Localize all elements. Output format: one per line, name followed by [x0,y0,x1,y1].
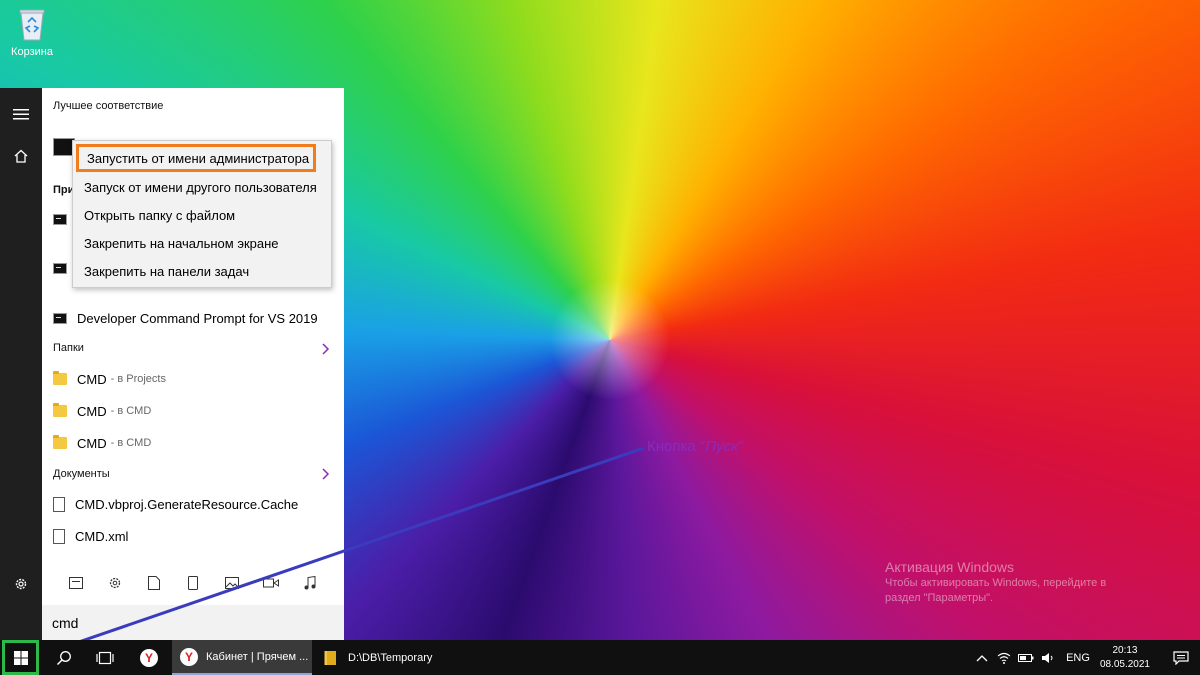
terminal-icon[interactable] [53,214,67,225]
documents-heading: Документы [53,468,110,480]
folders-heading: Папки [53,342,84,354]
start-button-annotation: Кнопка "Пуск" [647,438,744,455]
chevron-up-icon [976,654,988,661]
filter-devices-button[interactable] [184,574,202,592]
filter-apps-button[interactable] [67,574,85,592]
menu-item-pin-to-taskbar[interactable]: Закрепить на панели задач [73,257,331,285]
folder-name: CMD [77,371,107,387]
folder-icon [53,435,67,449]
document-icon [53,496,65,512]
action-center-button[interactable] [1162,640,1200,675]
filter-music-button[interactable] [301,574,319,592]
clock-time: 20:13 [1112,644,1138,656]
document-icon [147,576,160,590]
speaker-icon [1042,652,1053,663]
taskbar-yandex-browser[interactable]: Y [130,640,168,675]
menu-item-run-as-admin[interactable]: Запустить от имени администратора [76,144,316,172]
battery-icon [1018,653,1034,662]
filter-photos-button[interactable] [223,574,241,592]
watermark-line-1: Чтобы активировать Windows, перейдите в [885,577,1107,589]
filter-videos-button[interactable] [262,574,280,592]
folder-location: - в Projects [110,373,166,385]
result-label: Developer Command Prompt for VS 2019 [77,310,318,326]
recycle-bin-icon [19,9,45,41]
annotation-italic: Пуск [705,438,739,455]
volume-button[interactable] [1038,640,1058,675]
recycle-bin[interactable]: Корзина [6,6,58,58]
annotation-prefix: Кнопка " [647,438,706,455]
gear-icon [15,578,27,590]
clock-date: 08.05.2021 [1099,658,1150,670]
result-developer-command-prompt[interactable]: Developer Command Prompt for VS 2019 [42,303,344,333]
watermark-line-2: раздел "Параметры". [885,592,994,604]
network-button[interactable] [994,640,1014,675]
start-button[interactable] [2,640,39,675]
folder-name: CMD [77,403,107,419]
result-document[interactable]: CMD.xml [42,521,344,551]
recycle-bin-label: Корзина [11,46,53,58]
activation-watermark: Активация Windows Чтобы активировать Win… [885,558,1185,606]
taskbar-app-browser-window[interactable]: Y Кабинет | Прячем ... [172,640,312,675]
app-window-icon [68,577,83,589]
result-folder[interactable]: CMD - в Projects [42,364,344,394]
document-icon [53,528,65,544]
home-icon [14,149,28,163]
gear-icon [109,577,120,589]
taskbar-app-explorer-window[interactable]: D:\DB\Temporary [316,640,456,675]
yandex-browser-icon: Y [180,647,198,666]
document-name: CMD.vbproj.GenerateResource.Cache [75,496,299,512]
chevron-right-icon[interactable] [318,467,332,481]
system-tray: ENG 20:13 08.05.2021 [972,640,1200,675]
task-view-button[interactable] [86,640,124,675]
annotation-suffix: " [738,438,744,455]
terminal-icon[interactable] [53,263,67,274]
search-input[interactable] [52,614,332,631]
taskbar: Y Y Кабинет | Прячем ... D:\DB\Temporary… [0,640,1200,675]
document-name: CMD.xml [75,528,129,544]
folder-icon [324,650,336,665]
taskbar-app-label: D:\DB\Temporary [348,651,433,664]
show-hidden-icons-button[interactable] [972,640,992,675]
video-camera-icon [263,578,280,588]
filter-documents-button[interactable] [145,574,163,592]
windows-logo-icon [13,650,28,665]
context-menu: Запустить от имени администратора Запуск… [72,140,332,288]
filter-settings-button[interactable] [106,574,124,592]
menu-item-open-file-location[interactable]: Открыть папку с файлом [73,201,331,229]
start-rail [0,88,42,640]
folder-name: CMD [77,435,107,451]
terminal-icon [53,312,67,324]
taskbar-app-label: Кабинет | Прячем ... [206,650,309,663]
best-match-heading: Лучшее соответствие [53,100,164,112]
taskbar-clock[interactable]: 20:13 08.05.2021 [1100,644,1150,672]
home-button[interactable] [0,136,42,176]
chevron-right-icon[interactable] [318,342,332,356]
folder-icon [53,403,67,417]
folder-location: - в CMD [110,405,152,417]
search-filter-bar [42,568,344,598]
input-language-indicator[interactable]: ENG [1066,652,1090,664]
result-folder[interactable]: CMD - в CMD [42,396,344,426]
search-box[interactable] [42,605,344,640]
wifi-icon [997,652,1011,664]
menu-item-run-as-other-user[interactable]: Запуск от имени другого пользователя [73,173,331,201]
hamburger-icon [13,109,29,120]
taskbar-search-button[interactable] [46,640,82,675]
search-icon [56,650,71,665]
yandex-browser-icon: Y [140,648,158,667]
folder-location: - в CMD [110,437,152,449]
battery-button[interactable] [1016,640,1036,675]
result-folder[interactable]: CMD - в CMD [42,428,344,458]
music-note-icon [304,576,316,590]
result-document[interactable]: CMD.vbproj.GenerateResource.Cache [42,489,344,519]
watermark-title: Активация Windows [885,559,1015,575]
image-icon [225,577,240,589]
settings-button[interactable] [0,564,42,604]
folder-icon [53,371,67,385]
phone-icon [187,576,198,590]
task-view-icon [96,651,114,664]
menu-item-pin-to-start[interactable]: Закрепить на начальном экране [73,229,331,257]
menu-expand-button[interactable] [0,94,42,134]
notification-icon [1173,650,1189,665]
